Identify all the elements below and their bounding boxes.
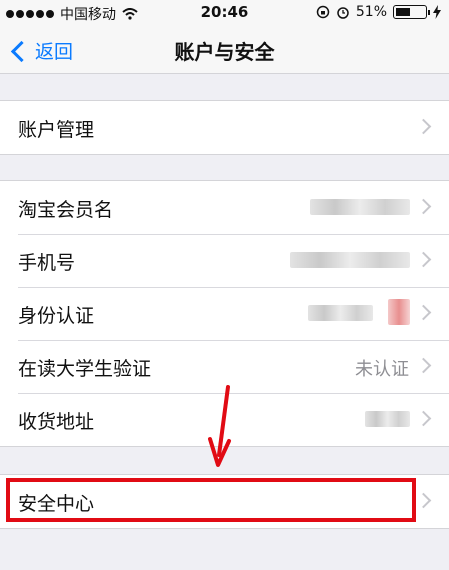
chevron-right-icon	[415, 251, 432, 268]
phone-value-redacted	[290, 252, 410, 268]
account-management-row[interactable]: 账户管理	[0, 101, 449, 154]
chevron-right-icon	[415, 410, 432, 427]
shipping-address-value-redacted	[365, 411, 410, 427]
phone-row[interactable]: 手机号	[0, 234, 449, 287]
annotation-arrow	[208, 385, 231, 467]
account-group: 账户管理	[0, 100, 449, 155]
student-verification-status: 未认证	[355, 359, 409, 380]
member-name-label: 淘宝会员名	[18, 199, 114, 221]
member-name-row[interactable]: 淘宝会员名	[0, 181, 449, 234]
chevron-right-icon	[415, 118, 432, 135]
phone-label: 手机号	[18, 252, 76, 274]
identity-badge-redacted	[388, 299, 410, 325]
navigation-bar: 返回 账户与安全	[0, 26, 449, 74]
member-name-value-redacted	[310, 199, 410, 215]
alarm-icon	[337, 7, 349, 19]
identity-value-redacted	[308, 305, 373, 321]
chevron-right-icon	[415, 198, 432, 215]
chevron-right-icon	[415, 304, 432, 321]
highlight-box	[6, 478, 416, 522]
chevron-right-icon	[415, 357, 432, 374]
rotation-lock-icon	[316, 5, 330, 19]
status-bar: 中国移动 20:46 51%	[0, 0, 449, 26]
student-verification-label: 在读大学生验证	[18, 358, 152, 380]
identity-label: 身份认证	[18, 305, 95, 327]
charging-bolt-icon	[433, 5, 441, 19]
account-management-label: 账户管理	[18, 119, 95, 141]
status-right: 51%	[316, 4, 441, 20]
page-title: 账户与安全	[174, 40, 275, 64]
battery-level	[396, 8, 410, 16]
battery-percent: 51%	[355, 4, 387, 20]
shipping-address-label: 收货地址	[18, 411, 95, 433]
identity-row[interactable]: 身份认证	[0, 287, 449, 340]
battery-icon	[393, 5, 430, 19]
chevron-right-icon	[415, 492, 432, 509]
